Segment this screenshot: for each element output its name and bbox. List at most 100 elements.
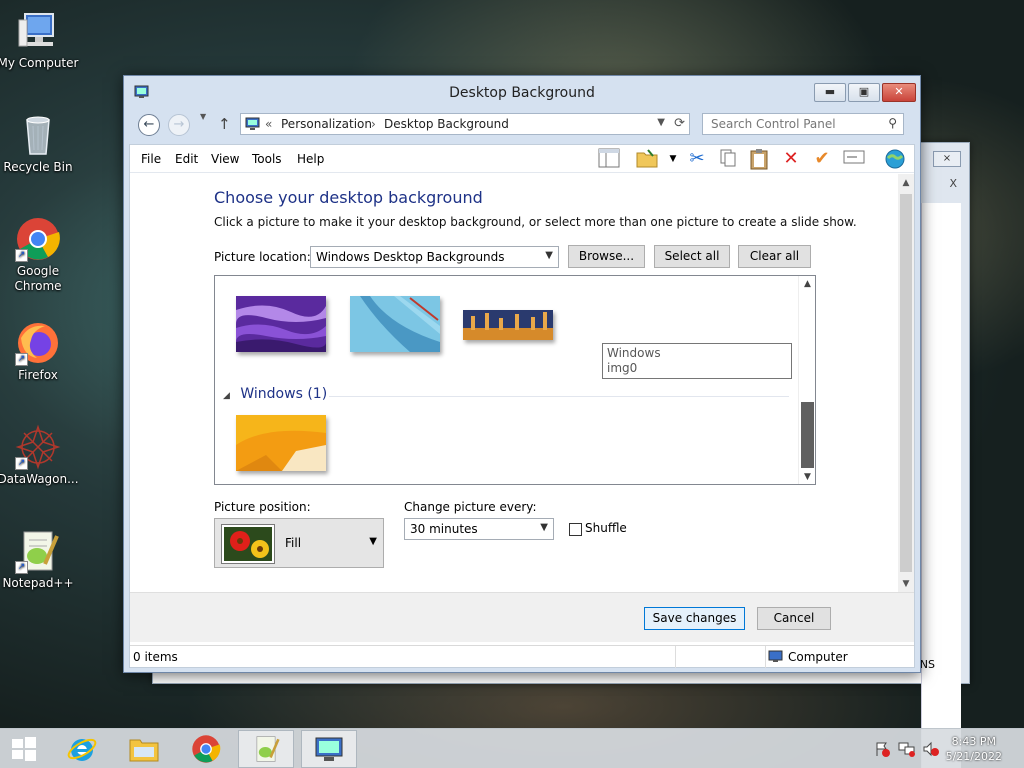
globe-icon[interactable] xyxy=(883,148,907,170)
scroll-down-icon[interactable]: ▼ xyxy=(799,472,816,482)
maximize-button[interactable]: ▣ xyxy=(848,83,880,102)
taskbar-file-explorer[interactable] xyxy=(116,730,172,768)
desktop-icon-notepadpp[interactable]: ↗ Notepad++ xyxy=(0,528,80,591)
status-item-count: 0 items xyxy=(133,650,178,664)
menu-file[interactable]: File xyxy=(141,152,161,166)
paste-icon[interactable] xyxy=(747,148,771,170)
content-area: File Edit View Tools Help ▼ ✂ ✕ ✔ Choose… xyxy=(129,144,915,668)
clear-all-button[interactable]: Clear all xyxy=(738,245,811,268)
scroll-down-icon[interactable]: ▼ xyxy=(898,579,914,589)
breadcrumb-overflow[interactable]: « xyxy=(265,117,272,131)
shortcut-arrow-icon: ↗ xyxy=(15,353,28,366)
menu-view[interactable]: View xyxy=(211,152,239,166)
volume-muted-icon[interactable] xyxy=(922,741,940,760)
gallery-scrollbar[interactable]: ▲ ▼ xyxy=(798,276,815,484)
computer-icon xyxy=(768,650,784,666)
page-scrollbar[interactable]: ▲ ▼ xyxy=(898,174,914,592)
change-interval-select[interactable]: 30 minutes ▼ xyxy=(404,518,554,540)
action-center-flag-icon[interactable] xyxy=(874,741,890,760)
breadcrumb-personalization[interactable]: Personalization xyxy=(281,117,372,131)
properties-check-icon[interactable]: ✔ xyxy=(810,148,834,170)
position-preview-image xyxy=(221,524,275,564)
delete-icon[interactable]: ✕ xyxy=(779,148,803,170)
taskbar-chrome[interactable] xyxy=(178,730,234,768)
wallpaper-thumbnail[interactable] xyxy=(350,296,440,352)
taskbar-internet-explorer[interactable] xyxy=(54,730,110,768)
address-bar[interactable]: « Personalization › Desktop Background ▼… xyxy=(240,113,690,135)
menu-edit[interactable]: Edit xyxy=(175,152,198,166)
group-header-windows[interactable]: ◢ Windows (1) xyxy=(223,386,327,402)
copy-icon[interactable] xyxy=(716,148,740,170)
chevron-down-icon: ▼ xyxy=(545,250,553,261)
address-dropdown-icon[interactable]: ▼ xyxy=(657,117,665,128)
breadcrumb-separator[interactable]: › xyxy=(371,117,376,131)
wallpaper-thumbnail[interactable] xyxy=(463,310,553,340)
breadcrumb-desktop-background[interactable]: Desktop Background xyxy=(384,117,509,131)
rename-icon[interactable] xyxy=(842,148,866,170)
desktop-icon-my-computer[interactable]: My Computer xyxy=(0,8,80,71)
dialog-footer: Save changes Cancel xyxy=(130,592,914,642)
cut-icon[interactable]: ✂ xyxy=(685,148,709,170)
desktop-icon-datawagon[interactable]: ↗ DataWagon... xyxy=(0,424,80,487)
desktop-icon-firefox[interactable]: ↗ Firefox xyxy=(0,320,80,383)
collapse-triangle-icon[interactable]: ◢ xyxy=(223,391,230,401)
background-window-pane xyxy=(921,203,961,768)
taskbar-control-panel[interactable] xyxy=(301,730,357,768)
back-button[interactable]: ← xyxy=(138,114,160,136)
desktop-icon-label: Notepad++ xyxy=(2,576,74,590)
system-clock[interactable]: 8:43 PM 5/21/2022 xyxy=(946,734,1002,764)
browse-button[interactable]: Browse... xyxy=(568,245,645,268)
select-all-button[interactable]: Select all xyxy=(654,245,730,268)
page-scroll-thumb[interactable] xyxy=(900,194,912,572)
recent-pages-dropdown[interactable]: ▼ xyxy=(200,112,206,121)
start-button[interactable] xyxy=(0,730,48,768)
picture-gallery[interactable]: Windows img0 ◢ Windows (1) ▲ ▼ xyxy=(214,275,816,485)
picture-location-select[interactable]: Windows Desktop Backgrounds ▼ xyxy=(310,246,559,268)
chevron-down-icon: ▼ xyxy=(369,536,377,547)
search-icon[interactable]: ⚲ xyxy=(888,116,897,130)
desktop-background-window: Desktop Background ▬ ▣ ✕ ← → ▼ ↑ « Perso… xyxy=(123,75,921,673)
search-input[interactable]: Search Control Panel ⚲ xyxy=(702,113,904,135)
desktop-icon-google-chrome[interactable]: ↗ Google Chrome xyxy=(0,216,80,294)
desktop-icon-label: Recycle Bin xyxy=(3,160,73,174)
recycle-bin-icon xyxy=(15,112,61,158)
chrome-icon: ↗ xyxy=(15,216,61,262)
network-icon[interactable] xyxy=(898,741,916,760)
clock-time: 8:43 PM xyxy=(951,735,996,748)
menu-tools[interactable]: Tools xyxy=(252,152,282,166)
folder-options-dropdown-icon[interactable]: ▼ xyxy=(661,148,685,170)
gallery-scroll-thumb[interactable] xyxy=(801,402,814,468)
forward-button[interactable]: → xyxy=(168,114,190,136)
title-bar[interactable]: Desktop Background ▬ ▣ ✕ xyxy=(124,76,920,110)
scroll-up-icon[interactable]: ▲ xyxy=(898,178,914,188)
status-location: Computer xyxy=(788,650,848,664)
shuffle-checkbox[interactable] xyxy=(569,523,582,536)
background-window-close-button[interactable]: × xyxy=(933,151,961,167)
scroll-up-icon[interactable]: ▲ xyxy=(799,279,816,289)
taskbar-notepadpp[interactable] xyxy=(238,730,294,768)
folder-options-icon[interactable] xyxy=(635,148,659,170)
picture-location-label: Picture location: xyxy=(214,250,311,264)
refresh-icon[interactable]: ⟳ xyxy=(674,116,685,131)
shortcut-arrow-icon: ↗ xyxy=(15,561,28,574)
notepadpp-icon xyxy=(256,736,280,762)
wallpaper-thumbnail[interactable] xyxy=(236,296,326,352)
layout-pane-icon[interactable] xyxy=(597,148,621,170)
up-level-button[interactable]: ↑ xyxy=(218,115,231,133)
tooltip-filename: img0 xyxy=(607,361,638,375)
minimize-button[interactable]: ▬ xyxy=(814,83,846,102)
chrome-icon xyxy=(192,735,221,763)
picture-position-select[interactable]: Fill ▼ xyxy=(214,518,384,568)
shuffle-label[interactable]: Shuffle xyxy=(585,521,627,535)
close-button[interactable]: ✕ xyxy=(882,83,916,102)
save-changes-button[interactable]: Save changes xyxy=(644,607,745,630)
window-title: Desktop Background xyxy=(449,85,595,101)
desktop-icon-label: My Computer xyxy=(0,56,79,70)
status-divider xyxy=(765,646,766,668)
menu-help[interactable]: Help xyxy=(297,152,324,166)
cancel-button[interactable]: Cancel xyxy=(757,607,831,630)
desktop-icon-recycle-bin[interactable]: Recycle Bin xyxy=(0,112,80,175)
control-panel-icon xyxy=(315,737,343,761)
wallpaper-thumbnail[interactable] xyxy=(236,415,326,471)
computer-icon xyxy=(15,8,61,54)
